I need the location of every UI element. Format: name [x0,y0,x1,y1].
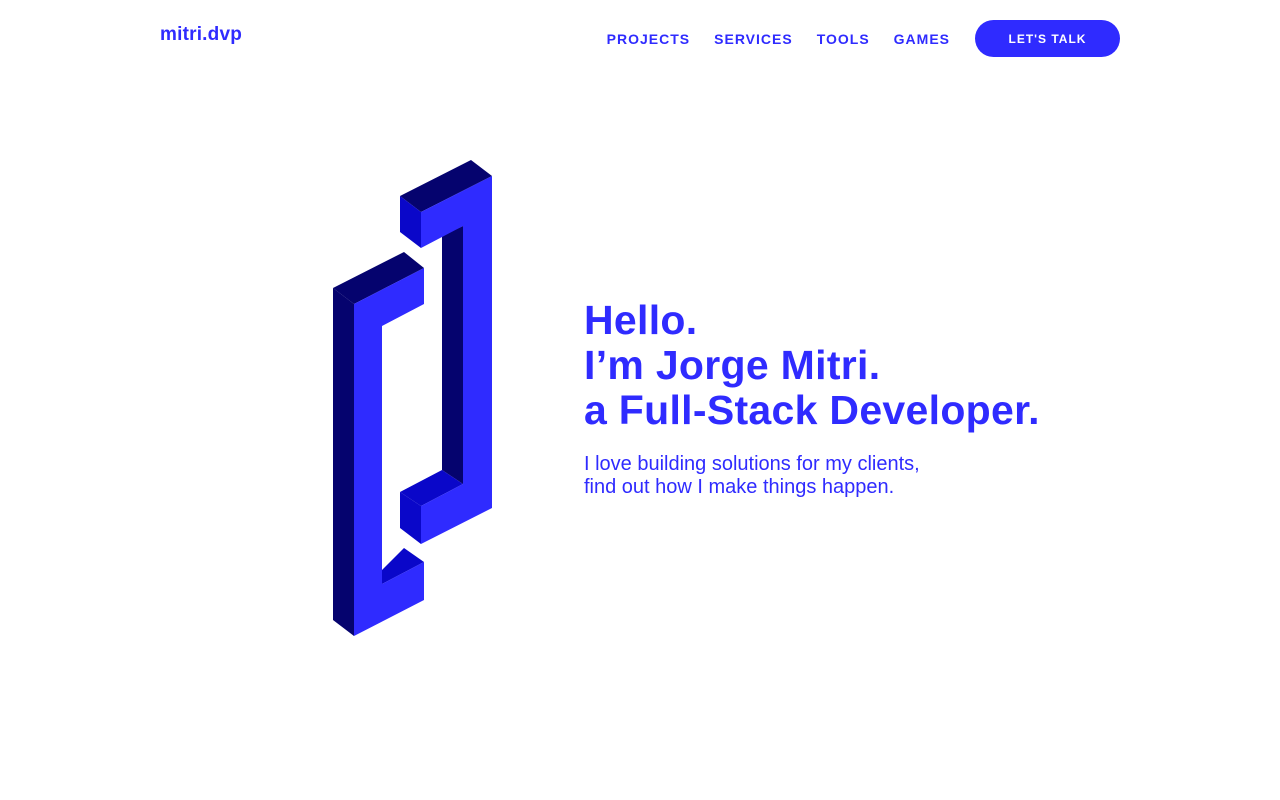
tagline-line-2: find out how I make things happen. [584,476,895,498]
main-nav: PROJECTS SERVICES TOOLS GAMES LET'S TALK [607,20,1120,57]
isometric-bracket-logo-icon [320,150,510,650]
nav-link-tools[interactable]: TOOLS [817,31,870,47]
left-bracket-front-face [354,268,424,636]
nav-link-projects[interactable]: PROJECTS [607,31,690,47]
left-bracket-left-face [333,288,354,636]
lets-talk-button[interactable]: LET'S TALK [975,20,1120,57]
tagline-line-1: I love building solutions for my clients… [584,453,920,475]
hero-tagline: I love building solutions for my clients… [584,453,1144,499]
nav-link-services[interactable]: SERVICES [714,31,793,47]
headline-line-greeting: Hello. [584,297,698,343]
right-bracket-inner-face [442,226,463,484]
nav-link-games[interactable]: GAMES [894,31,950,47]
hero-text: Hello. I’m Jorge Mitri. a Full-Stack Dev… [584,298,1144,499]
headline-line-name: I’m Jorge Mitri. [584,342,881,388]
hero-headline: Hello. I’m Jorge Mitri. a Full-Stack Dev… [584,298,1144,433]
page: mitri.dvp PROJECTS SERVICES TOOLS GAMES … [0,0,1280,800]
headline-line-role: a Full-Stack Developer. [584,387,1040,433]
site-logo[interactable]: mitri.dvp [160,24,242,46]
